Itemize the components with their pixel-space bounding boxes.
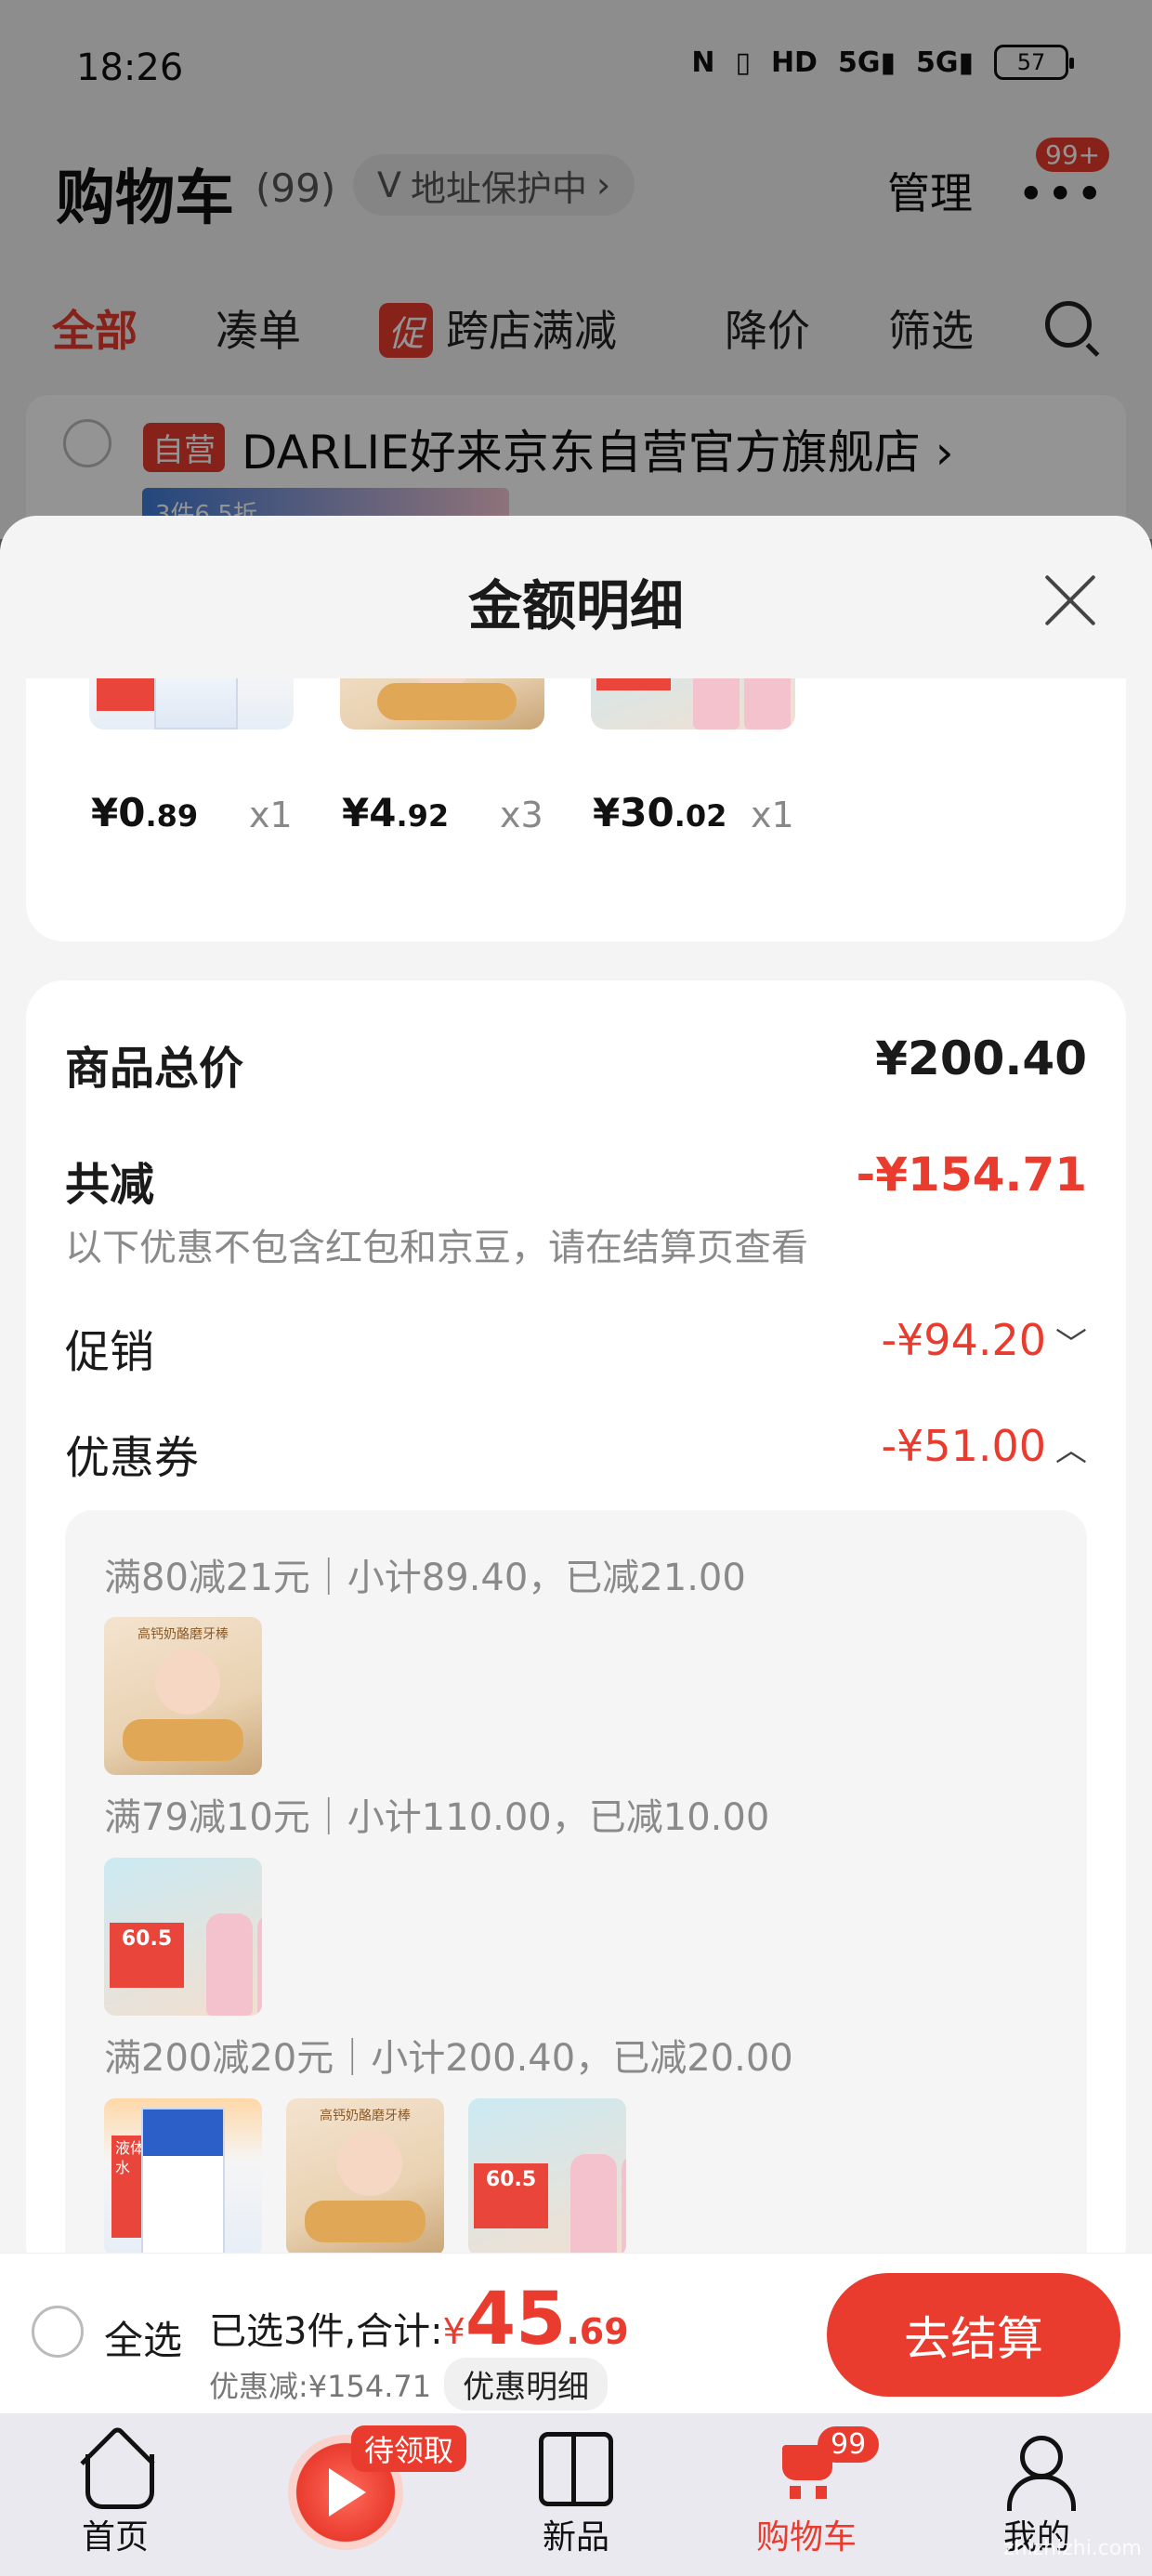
reduce-note: 以下优惠不包含红包和京豆，请在结算页查看	[65, 1227, 808, 1269]
biscuit-shape	[305, 2201, 425, 2242]
total-price-value: ¥200.40	[875, 1032, 1087, 1085]
discount-line: 优惠减:¥154.71 优惠明细	[209, 2358, 609, 2411]
coupon-breakdown: 满80减21元｜小计89.40，已减21.00 高钙奶酪磨牙棒 满79减10元｜…	[65, 1510, 1087, 2255]
total-price-row: 商品总价 ¥200.40	[65, 1032, 1087, 1097]
watermark: zhizhizhi.com	[1003, 2537, 1142, 2560]
product-price: ¥4.92	[342, 790, 450, 835]
nav-new[interactable]: 新品	[502, 2432, 650, 2558]
select-all-radio[interactable]	[32, 2306, 84, 2358]
coupon-product-image: 60.5	[468, 2098, 626, 2255]
coupon-rule: 满79减10元｜小计110.00，已减10.00	[104, 1796, 770, 1839]
coupon-product-image: 高钙奶酪磨牙棒	[104, 1617, 262, 1775]
coupon-product-image: 液体胶水	[104, 2098, 262, 2255]
biscuit-shape	[377, 683, 517, 720]
total-amount-integer: 45	[465, 2278, 567, 2361]
coupon-rule: 满80减21元｜小计89.40，已减21.00	[104, 1557, 746, 1599]
image-caption: 高钙奶酪磨牙棒	[320, 2109, 411, 2123]
biscuit-shape	[123, 1719, 243, 1761]
product-price: ¥30.02	[593, 790, 727, 835]
nav-label: 首页	[81, 2518, 149, 2556]
to-claim-badge: 待领取	[351, 2425, 467, 2472]
amount-detail-sheet: 35ml/支 ¥0.89 x1 ¥4.92 x3 60.5 ¥30.02 x1	[0, 516, 1152, 2255]
coupon-product-image: 60.5	[104, 1858, 262, 2016]
bottle-shape	[206, 1913, 253, 2016]
coupon-value: -¥51.00 ︿	[881, 1421, 1087, 1471]
promo-value: -¥94.20 ﹀	[881, 1315, 1087, 1365]
product-image-tag: 60.5	[474, 2163, 548, 2228]
product-quantity: x1	[751, 795, 794, 835]
total-amount-decimal: .69	[566, 2311, 629, 2352]
sheet-title: 金额明细	[467, 574, 684, 637]
discount-detail-button[interactable]: 优惠明细	[444, 2358, 609, 2411]
discount-amount: 优惠减:¥154.71	[209, 2368, 432, 2404]
bottom-nav: 首页 新品 购物车 我的 99	[0, 2413, 1152, 2576]
product-image-tag: 60.5	[110, 1923, 184, 1988]
promo-row[interactable]: 促销 -¥94.20 ﹀	[65, 1315, 1087, 1380]
coupon-product-image: 高钙奶酪磨牙棒	[286, 2098, 444, 2255]
play-icon	[329, 2468, 366, 2517]
chevron-down-icon: ﹀	[1055, 1326, 1087, 1363]
image-caption: 高钙奶酪磨牙棒	[137, 1627, 229, 1642]
total-price-label: 商品总价	[65, 1043, 244, 1095]
box-icon	[539, 2432, 613, 2506]
chevron-up-icon: ︿	[1055, 1432, 1087, 1469]
amount-detail-card: 商品总价 ¥200.40 共减 -¥154.71 以下优惠不包含红包和京豆，请在…	[26, 980, 1126, 2255]
baby-face-shape	[337, 2131, 402, 2196]
currency-symbol: ¥	[442, 2311, 465, 2352]
selected-summary: 已选3件,合计:	[209, 2310, 443, 2353]
nav-home[interactable]: 首页	[41, 2432, 190, 2558]
checkout-button[interactable]: 去结算	[827, 2273, 1120, 2397]
coupon-label: 优惠券	[65, 1432, 200, 1484]
total-reduce-value: -¥154.71	[856, 1148, 1088, 1202]
promo-label: 促销	[65, 1326, 155, 1378]
selected-total: 已选3件,合计:¥45.69	[209, 2278, 629, 2361]
user-icon	[1000, 2432, 1076, 2511]
close-icon[interactable]	[1041, 570, 1100, 629]
coupon-rule: 满200减20元｜小计200.40，已减20.00	[104, 2037, 793, 2080]
cart-count-badge: 99	[818, 2426, 880, 2463]
select-all-label[interactable]: 全选	[104, 2309, 182, 2366]
total-reduce-label: 共减	[65, 1159, 155, 1211]
nav-label: 新品	[542, 2518, 609, 2556]
bottle-shape	[570, 2154, 617, 2255]
checkout-bar: 全选 已选3件,合计:¥45.69 优惠减:¥154.71 优惠明细 去结算	[0, 2253, 1152, 2413]
baby-face-shape	[155, 1649, 220, 1715]
sheet-header: 金额明细	[0, 516, 1152, 678]
nav-label: 购物车	[755, 2518, 857, 2556]
home-icon	[78, 2432, 154, 2509]
bottle-shape	[141, 2108, 225, 2255]
coupon-row[interactable]: 优惠券 -¥51.00 ︿	[65, 1421, 1087, 1486]
bottle-shape	[257, 1913, 262, 2016]
total-reduce-row: 共减 -¥154.71	[65, 1148, 1087, 1213]
bottle-shape	[622, 2154, 626, 2255]
product-price: ¥0.89	[91, 790, 199, 835]
